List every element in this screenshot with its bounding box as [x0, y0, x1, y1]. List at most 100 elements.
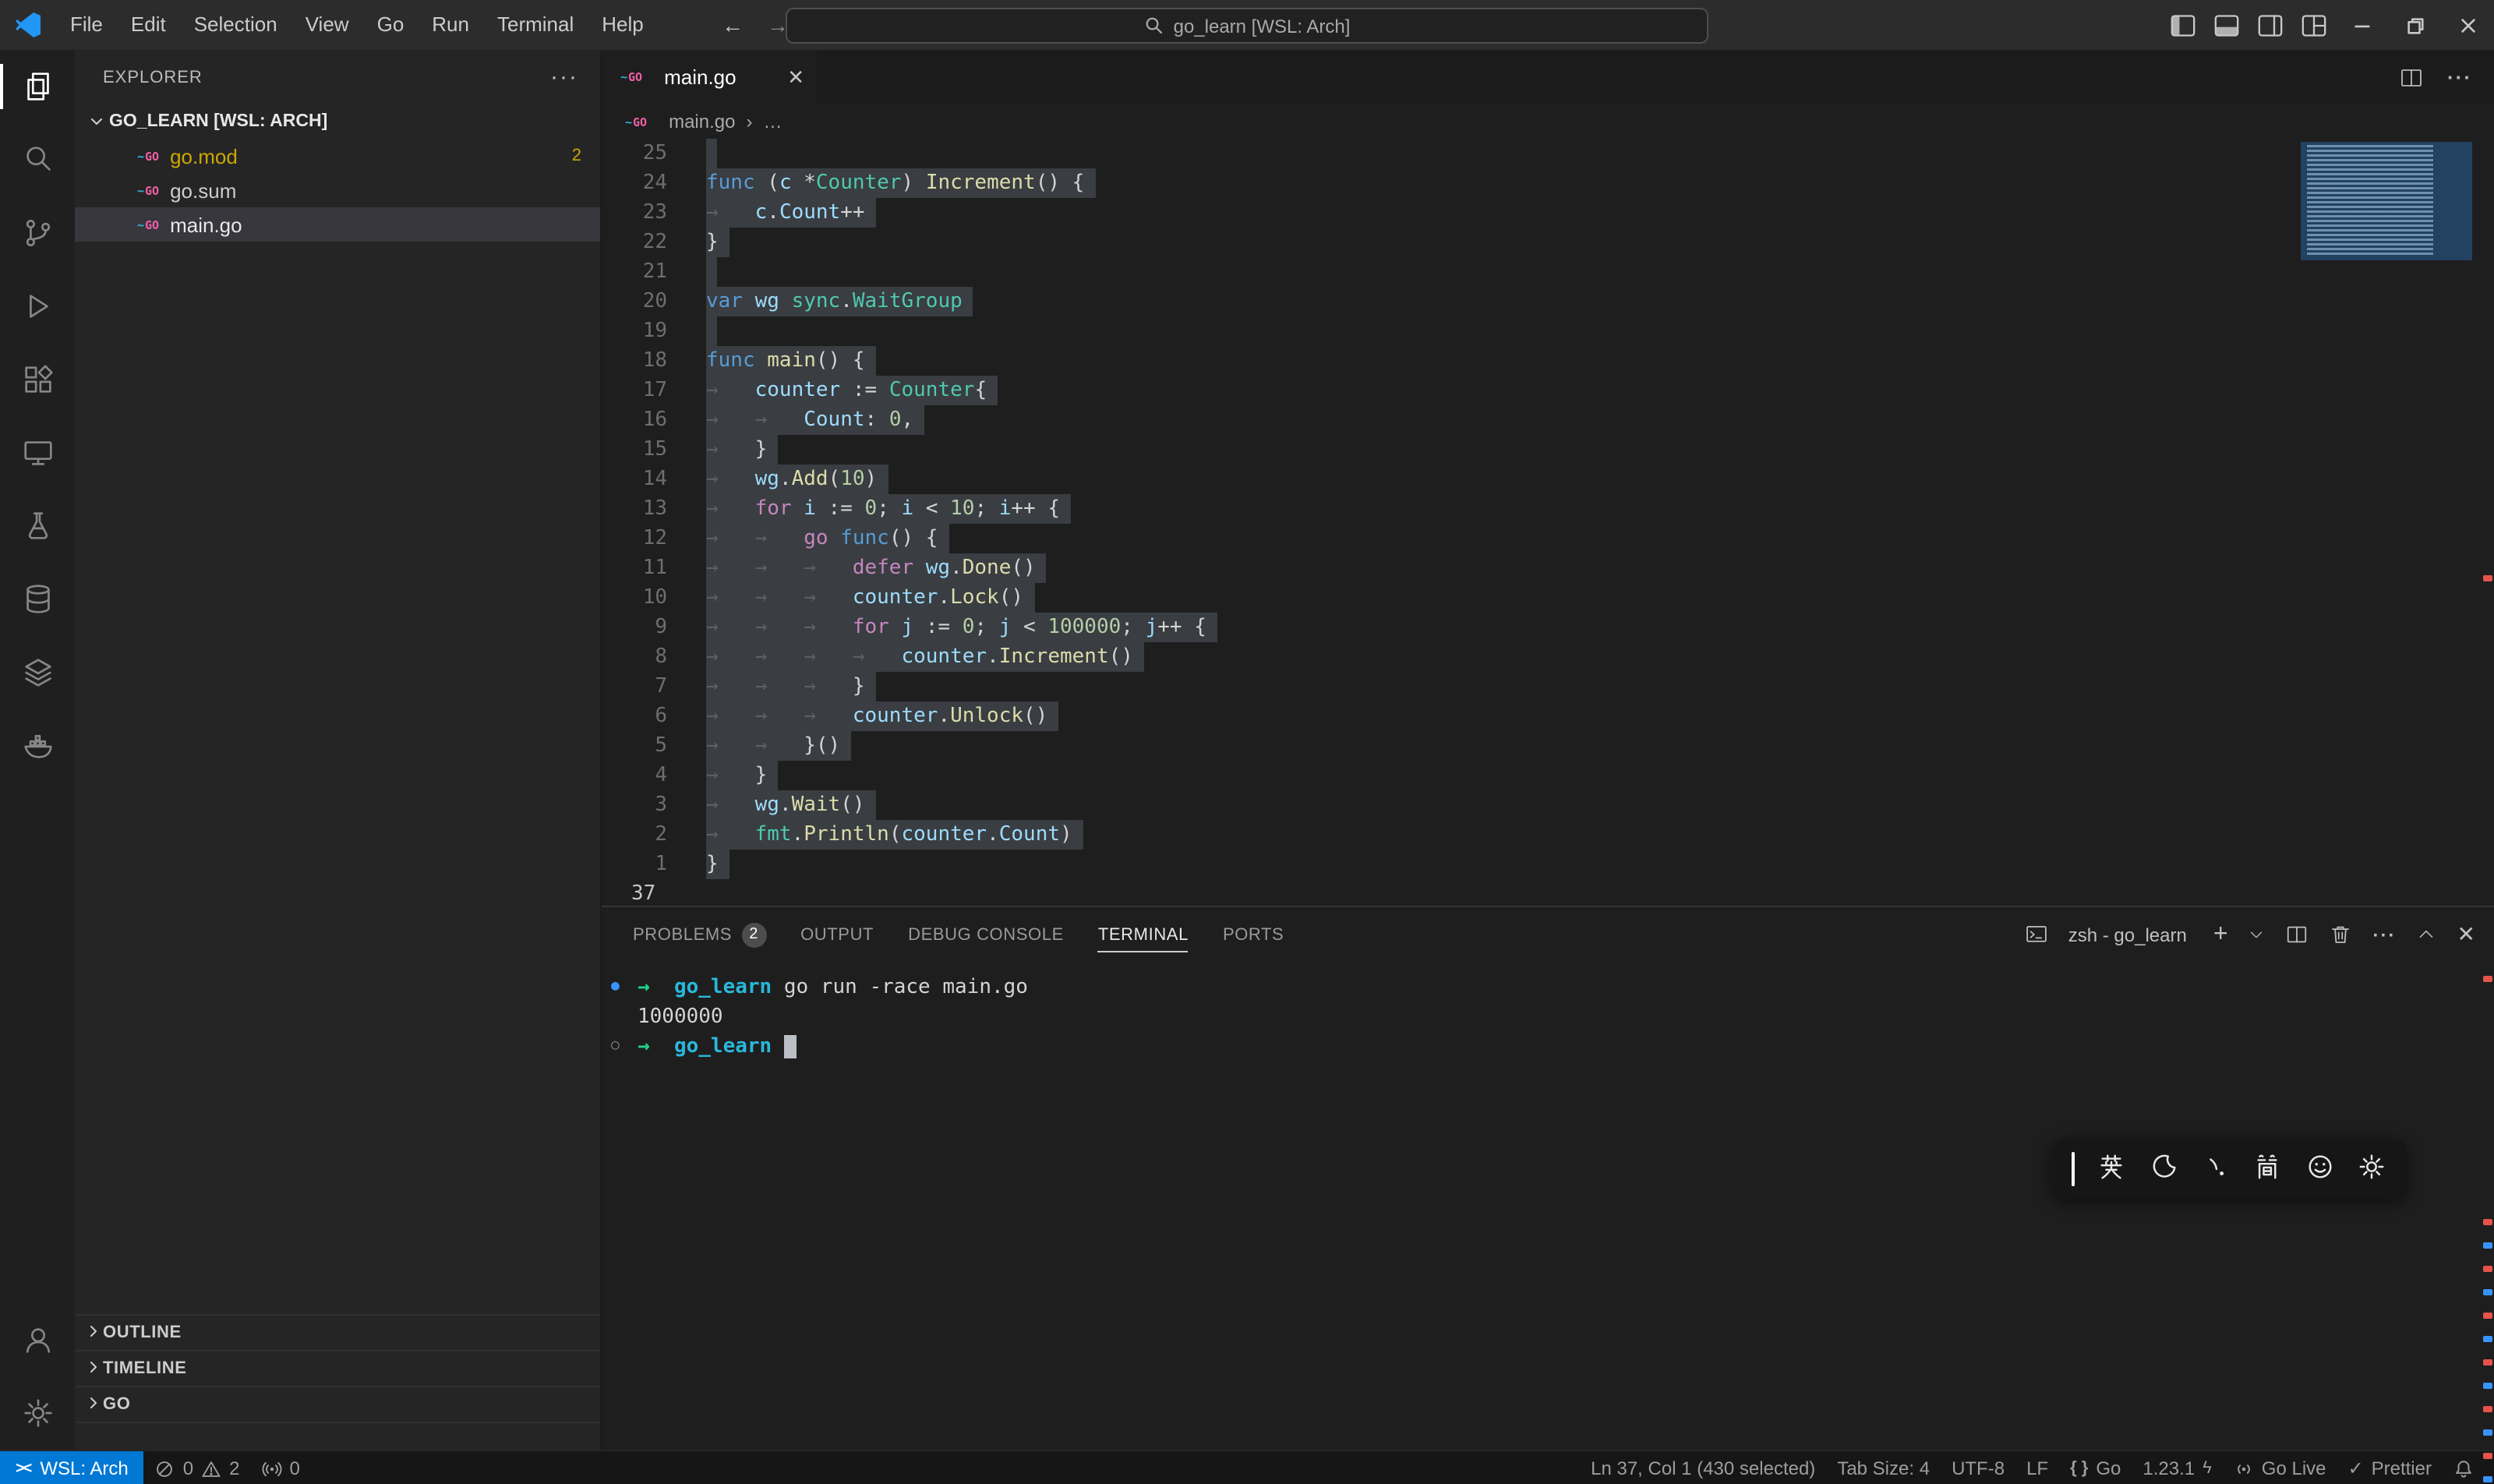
- english-mode-icon[interactable]: [2097, 1152, 2127, 1186]
- customize-layout-icon[interactable]: [2291, 13, 2335, 37]
- scrollbar-decoration-mark: [2483, 1453, 2492, 1459]
- go-version-status[interactable]: 1.23.1 ϟ: [2132, 1451, 2222, 1484]
- split-editor-icon[interactable]: [2399, 65, 2424, 90]
- file-row-main-go[interactable]: GOmain.go: [75, 207, 600, 242]
- halfwidth-moon-icon[interactable]: [2149, 1152, 2178, 1186]
- file-row-go-sum[interactable]: GOgo.sum: [75, 173, 600, 207]
- line-number: 18: [602, 346, 683, 376]
- menu-bar: FileEditSelectionViewGoRunTerminalHelp: [56, 0, 658, 50]
- explorer-more-actions-icon[interactable]: ···: [550, 64, 578, 90]
- terminal-instance-label[interactable]: zsh - go_learn: [2068, 924, 2187, 945]
- simplified-chinese-icon[interactable]: [2253, 1152, 2283, 1186]
- breadcrumb-file[interactable]: main.go: [669, 111, 735, 132]
- split-terminal-icon[interactable]: [2286, 923, 2309, 946]
- run-and-debug-icon[interactable]: [0, 270, 75, 343]
- breadcrumb[interactable]: GO main.go › …: [602, 104, 2494, 139]
- command-center-search[interactable]: go_learn [WSL: Arch]: [786, 8, 1708, 44]
- file-name: main.go: [170, 213, 242, 236]
- code-line: 1}: [602, 850, 2494, 879]
- maximize-panel-icon[interactable]: [2417, 924, 2437, 945]
- menu-view[interactable]: View: [291, 0, 363, 50]
- section-timeline[interactable]: TIMELINE: [75, 1350, 600, 1386]
- breadcrumb-symbol[interactable]: …: [764, 111, 782, 132]
- ports-status[interactable]: 0: [251, 1451, 311, 1484]
- code-line: 14→ wg.Add(10): [602, 465, 2494, 494]
- folder-root[interactable]: GO_LEARN [WSL: ARCH]: [75, 104, 600, 139]
- line-number: 37: [602, 879, 683, 906]
- chevron-right-icon: [84, 1357, 103, 1380]
- indentation-status[interactable]: Tab Size: 4: [1826, 1451, 1941, 1484]
- ime-settings-icon[interactable]: [2357, 1152, 2386, 1186]
- layers-icon[interactable]: [0, 636, 75, 709]
- docker-icon[interactable]: [0, 709, 75, 783]
- toggle-panel-icon[interactable]: [2204, 13, 2248, 37]
- problems-status[interactable]: 0 2: [144, 1451, 251, 1484]
- notifications-status[interactable]: [2443, 1451, 2485, 1484]
- cursor-position-status[interactable]: Ln 37, Col 1 (430 selected): [1580, 1451, 1826, 1484]
- toggle-primary-sidebar-icon[interactable]: [2160, 13, 2204, 37]
- menu-help[interactable]: Help: [588, 0, 658, 50]
- punctuation-icon[interactable]: [2201, 1152, 2231, 1186]
- editor-more-actions-icon[interactable]: ···: [2447, 65, 2472, 89]
- zap-icon: ϟ: [2203, 1459, 2212, 1478]
- new-terminal-icon[interactable]: +: [2213, 922, 2228, 947]
- close-panel-icon[interactable]: ✕: [2457, 921, 2475, 948]
- panel-tab-terminal[interactable]: TERMINAL: [1098, 907, 1189, 962]
- panel-tab-output[interactable]: OUTPUT: [800, 907, 874, 962]
- minimize-button[interactable]: [2335, 0, 2388, 50]
- go-back-icon[interactable]: ←: [722, 0, 744, 50]
- selection-highlight: → }: [706, 761, 778, 790]
- database-icon[interactable]: [0, 563, 75, 636]
- emoji-picker-icon[interactable]: [2305, 1152, 2334, 1186]
- restore-button[interactable]: [2388, 0, 2441, 50]
- remote-indicator[interactable]: >< WSL: Arch: [0, 1451, 144, 1484]
- activity-bar: [0, 50, 75, 1450]
- panel-tab-problems[interactable]: PROBLEMS2: [633, 907, 766, 962]
- code-text: → → → for j := 0; j < 100000; j++ {: [706, 613, 1217, 642]
- code-line: 16→ → Count: 0,: [602, 405, 2494, 435]
- minimap[interactable]: [2301, 142, 2472, 260]
- window-controls: [2160, 0, 2494, 50]
- line-number: 15: [602, 435, 683, 465]
- language-mode-status[interactable]: { } Go: [2059, 1451, 2132, 1484]
- encoding-status[interactable]: UTF-8: [1941, 1451, 2015, 1484]
- testing-icon[interactable]: [0, 489, 75, 563]
- file-tree: GOgo.mod2GOgo.sumGOmain.go: [75, 139, 600, 242]
- code-editor[interactable]: 2524func (c *Counter) Increment() {23→ c…: [602, 139, 2494, 906]
- menu-go[interactable]: Go: [363, 0, 419, 50]
- close-tab-icon[interactable]: ✕: [787, 65, 804, 90]
- settings-gear-icon[interactable]: [0, 1376, 75, 1450]
- menu-terminal[interactable]: Terminal: [483, 0, 588, 50]
- search-view-icon[interactable]: [0, 123, 75, 196]
- panel-more-actions-icon[interactable]: ···: [2373, 924, 2397, 945]
- menu-file[interactable]: File: [56, 0, 117, 50]
- section-outline[interactable]: OUTLINE: [75, 1314, 600, 1350]
- scrollbar-decoration-mark: [2483, 1289, 2492, 1295]
- panel-tab-debug-console[interactable]: DEBUG CONSOLE: [908, 907, 1064, 962]
- section-go[interactable]: GO: [75, 1386, 600, 1422]
- panel-tab-ports[interactable]: PORTS: [1223, 907, 1284, 962]
- file-row-go-mod[interactable]: GOgo.mod2: [75, 139, 600, 173]
- tab-main-go[interactable]: GO main.go ✕: [602, 50, 817, 104]
- toggle-secondary-sidebar-icon[interactable]: [2248, 13, 2291, 37]
- menu-edit[interactable]: Edit: [117, 0, 180, 50]
- launch-profile-chevron-icon[interactable]: [2248, 926, 2266, 943]
- accounts-icon[interactable]: [0, 1303, 75, 1376]
- remote-explorer-icon[interactable]: [0, 416, 75, 489]
- menu-selection[interactable]: Selection: [180, 0, 291, 50]
- source-control-icon[interactable]: [0, 196, 75, 270]
- code-line: 25: [602, 139, 2494, 168]
- go-live-status[interactable]: Go Live: [2223, 1451, 2337, 1484]
- kill-terminal-icon[interactable]: [2330, 923, 2353, 946]
- prettier-status[interactable]: ✓ Prettier: [2337, 1451, 2443, 1484]
- explorer-icon[interactable]: [0, 50, 75, 123]
- scrollbar-decoration-mark: [2483, 1266, 2492, 1272]
- code-text: [706, 316, 717, 346]
- tab-label: main.go: [664, 65, 737, 89]
- menu-run[interactable]: Run: [418, 0, 483, 50]
- extensions-icon[interactable]: [0, 343, 75, 416]
- terminal-view[interactable]: ●→ go_learn go run -race main.go1000000○…: [602, 962, 2494, 1450]
- title-bar: FileEditSelectionViewGoRunTerminalHelp ←…: [0, 0, 2494, 50]
- eol-status[interactable]: LF: [2015, 1451, 2059, 1484]
- close-window-button[interactable]: [2441, 0, 2494, 50]
